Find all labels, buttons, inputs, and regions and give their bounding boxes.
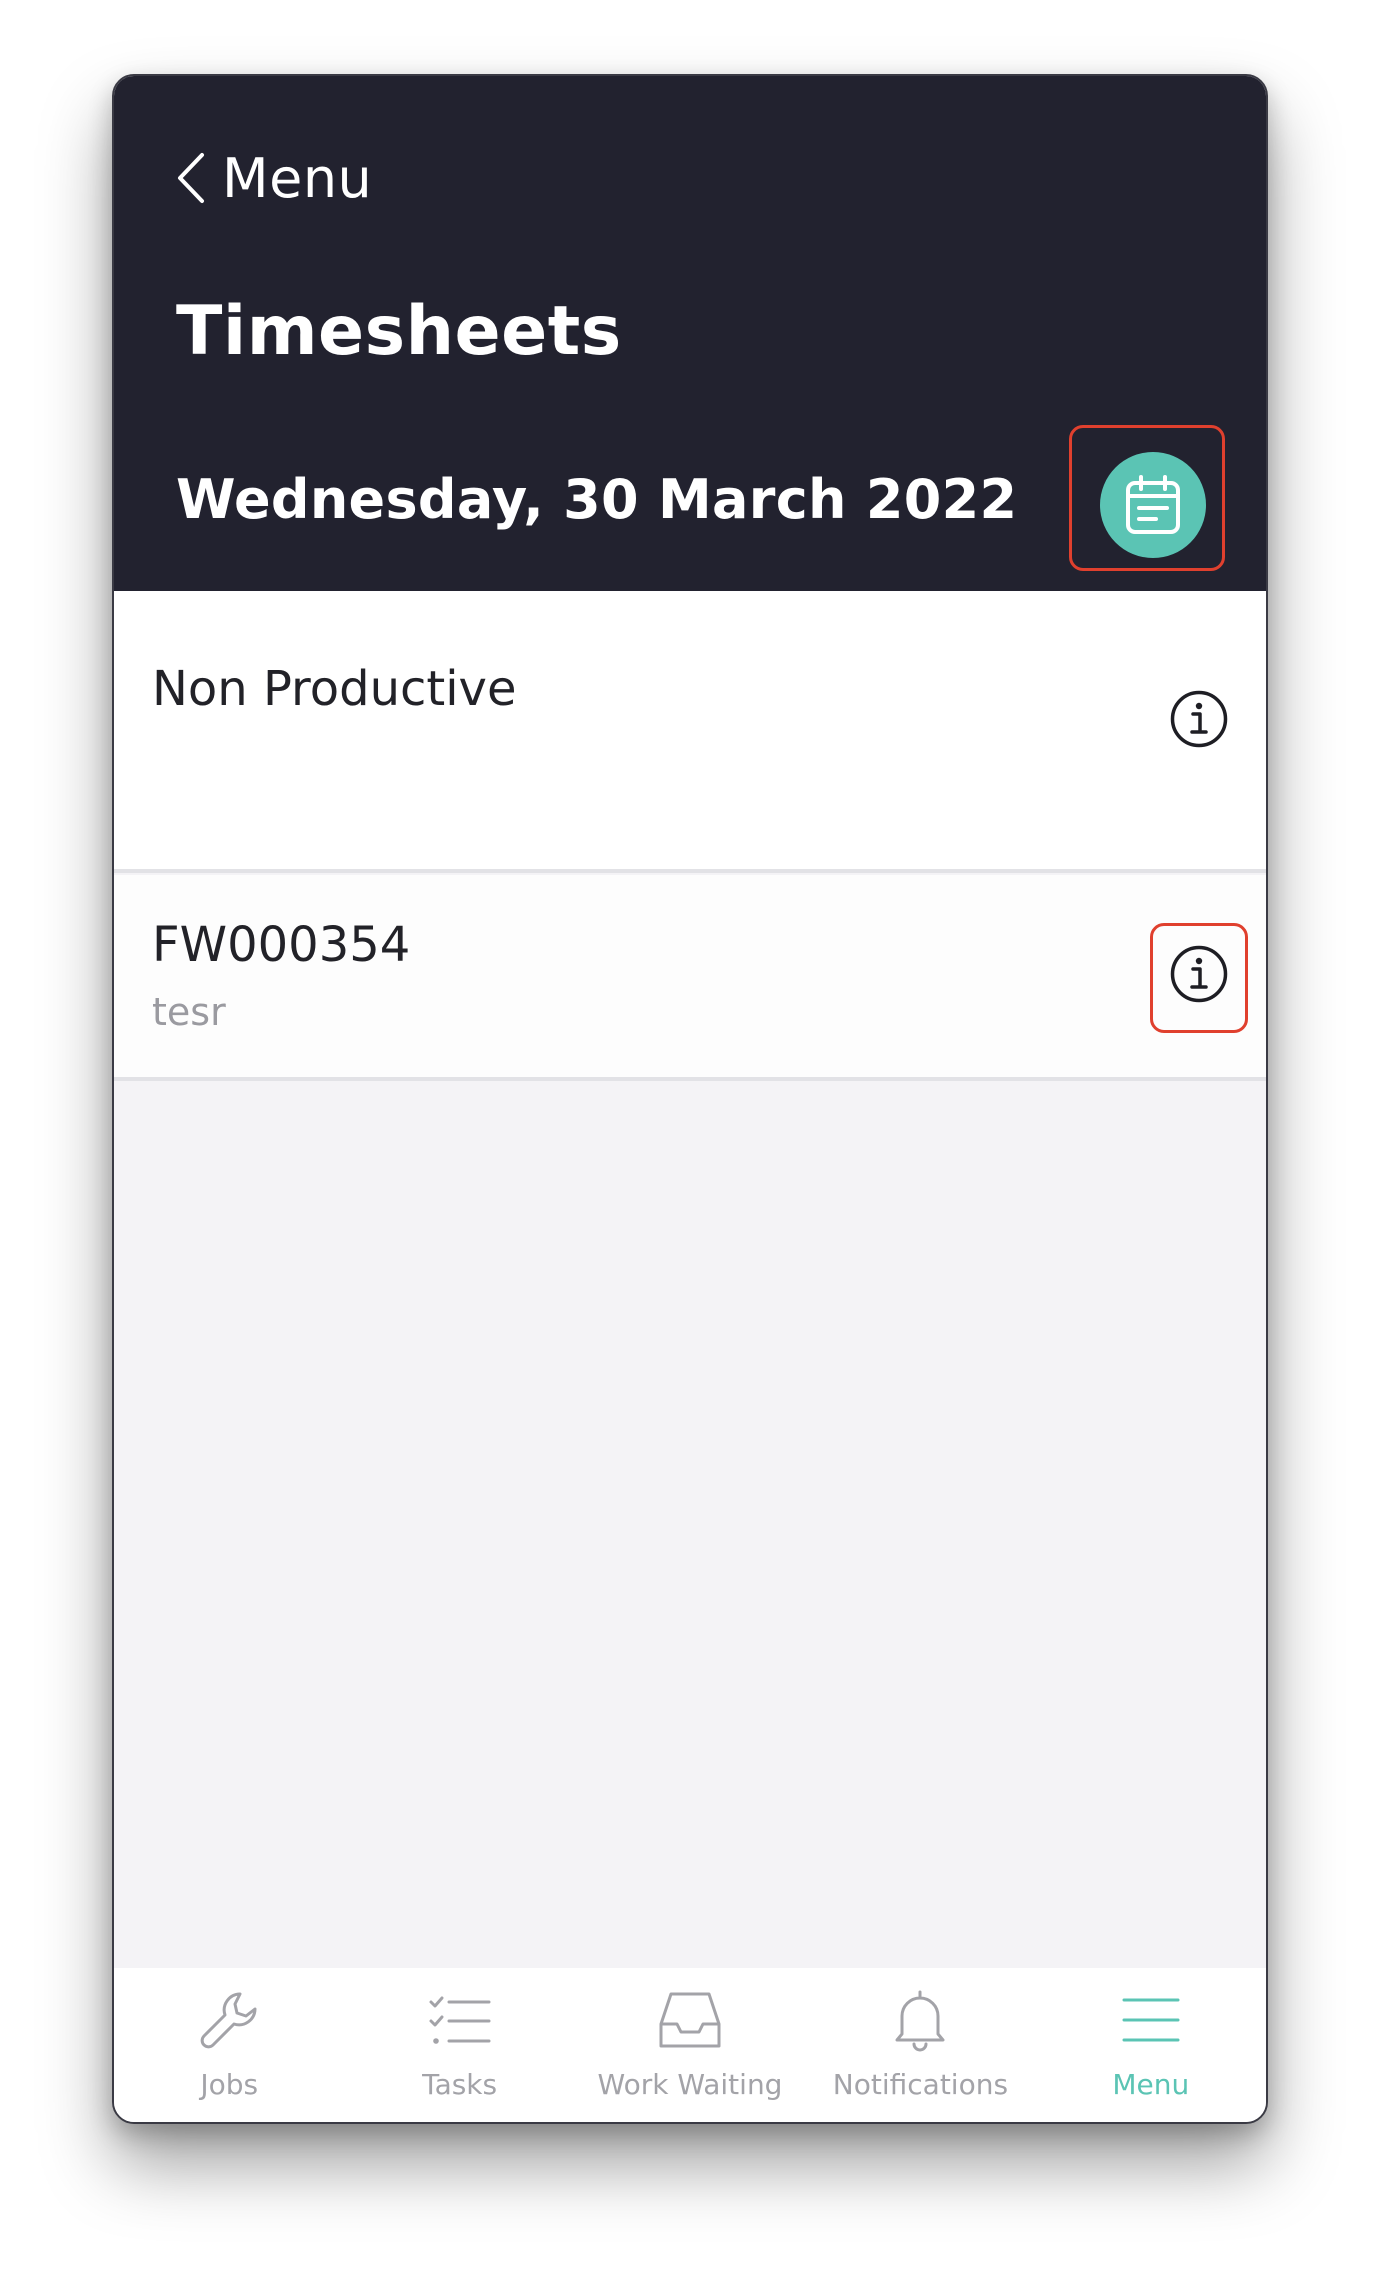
bottom-tab-bar: Jobs Tasks Work Waiting Notifications Me… [114, 1968, 1266, 2122]
selected-date: Wednesday, 30 March 2022 [176, 468, 1018, 531]
tab-label: Notifications [832, 2068, 1009, 2101]
calendar-icon [1126, 475, 1180, 534]
inbox-icon [659, 1992, 721, 2048]
calendar-button[interactable] [1100, 452, 1206, 558]
bell-icon [895, 1990, 945, 2052]
tab-label: Tasks [422, 2068, 498, 2101]
checklist-icon [429, 1996, 491, 2044]
tab-menu[interactable]: Menu [1036, 1968, 1266, 2122]
entry-title: Non Productive [152, 661, 517, 717]
chevron-left-icon [178, 153, 204, 203]
tab-label: Jobs [200, 2068, 259, 2101]
tab-label: Work Waiting [597, 2068, 783, 2101]
hamburger-icon [1122, 1998, 1180, 2042]
info-icon [1170, 945, 1228, 1003]
tab-work-waiting[interactable]: Work Waiting [575, 1968, 805, 2122]
back-button-label: Menu [222, 146, 373, 210]
tab-jobs[interactable]: Jobs [114, 1968, 344, 2122]
info-button[interactable] [1169, 689, 1229, 749]
tab-notifications[interactable]: Notifications [805, 1968, 1035, 2122]
timesheet-entry-row[interactable]: FW000354 tesr [114, 875, 1266, 1081]
tab-tasks[interactable]: Tasks [344, 1968, 574, 2122]
phone-frame: Menu Timesheets Wednesday, 30 March 2022… [112, 74, 1268, 2124]
page-title: Timesheets [176, 292, 622, 371]
entry-title: FW000354 [152, 917, 411, 973]
entry-subtitle: tesr [152, 990, 226, 1034]
wrench-icon [200, 1992, 257, 2049]
timesheet-entry-row[interactable]: Non Productive [114, 591, 1266, 873]
tab-label: Menu [1112, 2068, 1190, 2101]
info-button[interactable] [1169, 944, 1229, 1004]
page-header: Menu Timesheets Wednesday, 30 March 2022 [114, 76, 1266, 591]
info-icon [1170, 690, 1228, 748]
back-button[interactable]: Menu [176, 128, 372, 228]
screenshot-stage: Menu Timesheets Wednesday, 30 March 2022… [0, 0, 1380, 2274]
